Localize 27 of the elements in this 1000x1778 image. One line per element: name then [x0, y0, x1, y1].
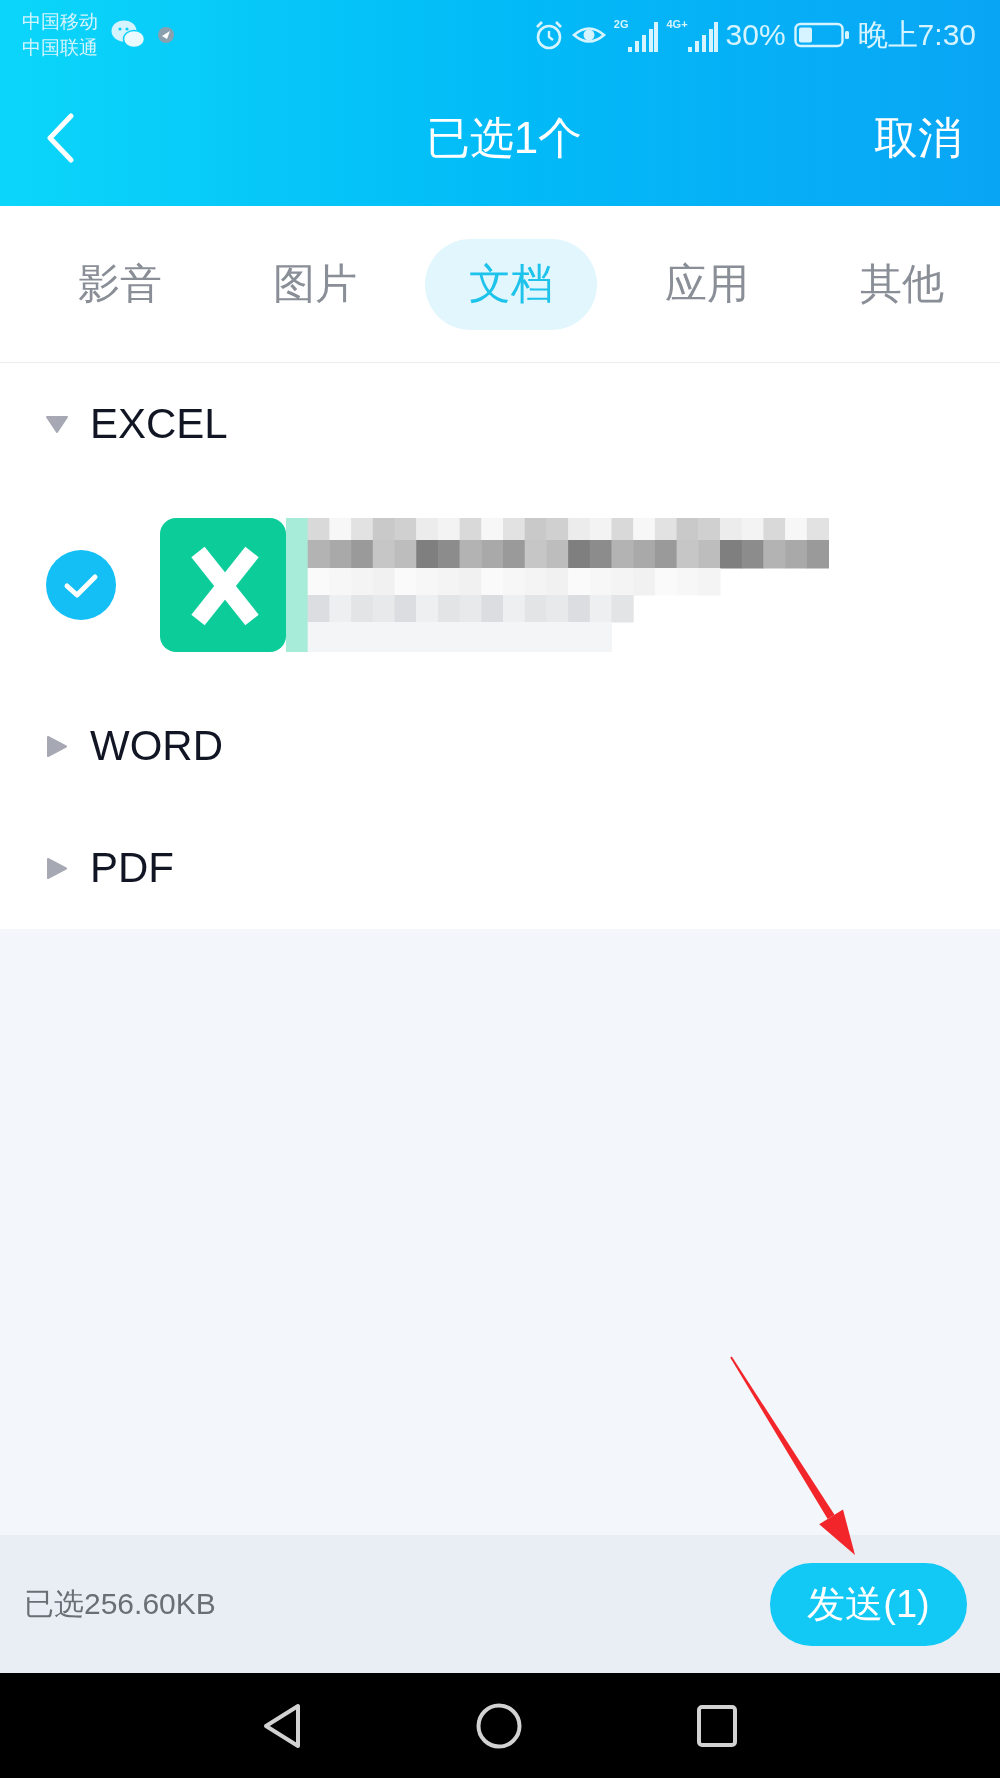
category-tab[interactable]: 影音 — [33, 238, 206, 330]
category-tab[interactable]: 应用 — [620, 238, 793, 330]
spreadsheet-file-icon — [160, 518, 286, 652]
send-button[interactable]: 发送(1) — [770, 1562, 967, 1646]
battery-icon — [793, 21, 850, 49]
carrier-name: 中国移动 — [22, 10, 98, 34]
network-type-label: 4G+ — [666, 18, 688, 30]
back-icon[interactable] — [263, 1702, 301, 1749]
clock-time: 晚上7:30 — [857, 17, 976, 53]
group-header[interactable]: PDF — [0, 807, 1000, 929]
round-app-icon — [158, 27, 174, 43]
cancel-button[interactable]: 取消 — [874, 108, 962, 168]
file-checkbox[interactable] — [46, 550, 116, 620]
carrier-name: 中国联通 — [22, 36, 98, 60]
page-title: 已选1个 — [425, 111, 583, 164]
category-tab[interactable]: 其他 — [816, 238, 989, 330]
category-tab[interactable]: 图片 — [229, 238, 402, 330]
battery-percent: 30% — [725, 17, 786, 53]
group-header[interactable]: EXCEL — [0, 363, 1000, 485]
home-icon[interactable] — [476, 1702, 522, 1749]
category-tab[interactable]: 文档 — [425, 238, 597, 330]
group-header[interactable]: WORD — [0, 685, 1000, 807]
network-type-label: 2G — [613, 18, 629, 30]
signal-bars-icon — [687, 22, 718, 52]
selected-size-text: 已选256.60KB — [24, 1585, 216, 1622]
signal-bars-icon — [628, 22, 659, 52]
recents-icon[interactable] — [697, 1704, 737, 1747]
